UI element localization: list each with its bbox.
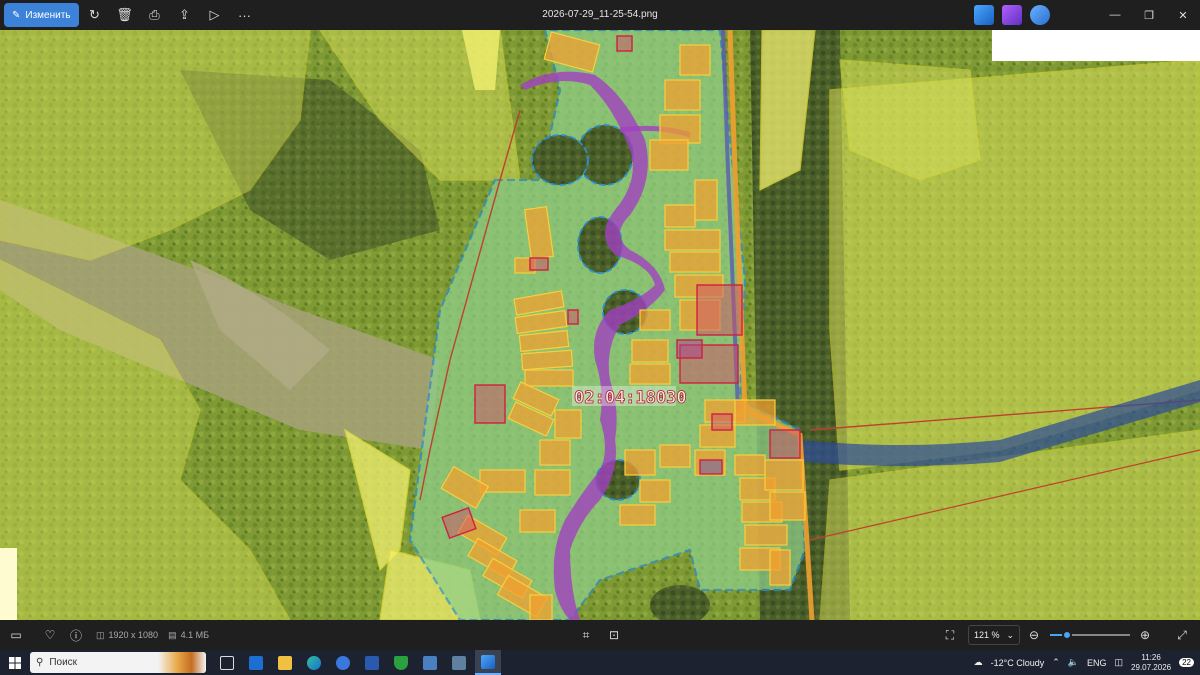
taskbar-search[interactable]: ⚲ Поиск (30, 652, 206, 673)
system-tray: ☁ -12°C Cloudy ⌃ 🔈 ENG ◫ 11:26 29.07.202… (974, 650, 1200, 675)
cadastral-number-label: 02:04:18030 (574, 388, 687, 408)
tray-chevron-up-icon[interactable]: ⌃ (1052, 657, 1060, 668)
slideshow-icon[interactable]: ▷ (201, 3, 229, 27)
fullscreen-icon[interactable]: ⤢ (1172, 625, 1192, 645)
task-view-icon[interactable] (214, 650, 240, 675)
zoom-dropdown[interactable]: 121 % ⌄ (968, 625, 1020, 645)
overlay-white-panel (992, 30, 1200, 61)
maximize-button[interactable]: ❐ (1132, 0, 1166, 30)
windows-logo-icon (9, 656, 21, 669)
photos-taskbar-icon[interactable] (475, 650, 501, 675)
windows-taskbar: ⚲ Поиск ☁ -12°C Cloudy ⌃ 🔈 ENG ◫ 11:26 2… (0, 650, 1200, 675)
zoom-out-icon[interactable]: ⊖ (1024, 625, 1044, 645)
file-explorer-icon[interactable] (272, 650, 298, 675)
yandex-browser-icon[interactable] (330, 650, 356, 675)
search-icon: ⚲ (36, 657, 44, 668)
weather-icon[interactable]: ☁ (974, 657, 983, 668)
outlook-icon[interactable] (243, 650, 269, 675)
photos-app-icon[interactable] (974, 5, 994, 25)
info-icon[interactable]: ⓘ (66, 625, 86, 645)
close-button[interactable]: ✕ (1166, 0, 1200, 30)
chevron-down-icon: ⌄ (1006, 629, 1014, 640)
filmstrip-icon[interactable]: ▭ (6, 625, 26, 645)
zoom-slider[interactable] (1050, 630, 1130, 640)
rotate-icon[interactable]: ↻ (81, 3, 109, 27)
app-toolbar: ✎ Изменить ↻ 🗑 ⎙ ⇪ ▷ ··· 2026-07-29_11-2… (0, 0, 1200, 30)
crop-icon[interactable]: ⌗ (576, 625, 596, 645)
edge-icon[interactable] (301, 650, 327, 675)
clipchamp-icon[interactable] (1002, 5, 1022, 25)
zoom-value: 121 % (974, 630, 1000, 640)
clock-date: 29.07.2026 (1131, 662, 1172, 672)
drive-app-icon[interactable] (417, 650, 443, 675)
security-shield-icon[interactable] (388, 650, 414, 675)
resolution-info: ◫ 1920 x 1080 (96, 630, 158, 641)
delete-icon[interactable]: 🗑 (111, 3, 139, 27)
network-icon[interactable]: ◫ (1115, 657, 1124, 668)
edit-icon: ✎ (12, 9, 21, 21)
language-indicator[interactable]: ENG (1087, 658, 1107, 668)
favorite-icon[interactable]: ♡ (40, 625, 60, 645)
onedrive-icon[interactable] (1030, 5, 1050, 25)
weather-text[interactable]: -12°C Cloudy (991, 658, 1045, 668)
cadastral-map: 02:04:18030 (0, 30, 1200, 620)
zoom-slider-thumb[interactable] (1062, 630, 1072, 640)
disk-icon: ▤ (168, 629, 177, 640)
image-size-icon: ◫ (96, 629, 105, 640)
notification-badge[interactable]: 22 (1179, 658, 1194, 667)
overlay-left-panel (0, 548, 17, 620)
file-size-text: 4.1 МБ (180, 630, 209, 640)
viewer-status-bar: ▭ ♡ ⓘ ◫ 1920 x 1080 ▤ 4.1 МБ ⌗ ⊡ ⛶ 121 %… (0, 620, 1200, 650)
search-placeholder: Поиск (49, 657, 78, 668)
visual-search-icon[interactable]: ⊡ (604, 625, 624, 645)
share-icon[interactable]: ⇪ (171, 3, 199, 27)
clock[interactable]: 11:26 29.07.2026 (1131, 653, 1171, 673)
more-options-icon[interactable]: ··· (231, 3, 259, 27)
print-icon[interactable]: ⎙ (141, 3, 169, 27)
edit-button[interactable]: ✎ Изменить (4, 3, 79, 27)
search-highlight-image (158, 652, 206, 673)
zoom-in-icon[interactable]: ⊕ (1135, 625, 1155, 645)
file-size-info: ▤ 4.1 МБ (168, 630, 209, 641)
fit-to-window-icon[interactable]: ⛶ (940, 625, 960, 645)
start-button[interactable] (0, 650, 30, 675)
edit-button-label: Изменить (25, 9, 71, 21)
image-canvas[interactable]: 02:04:18030 (0, 30, 1200, 620)
volume-icon[interactable]: 🔈 (1068, 657, 1079, 668)
minimize-button[interactable]: — (1098, 0, 1132, 30)
document-app-icon[interactable] (359, 650, 385, 675)
chart-app-icon[interactable] (446, 650, 472, 675)
clock-time: 11:26 (1141, 652, 1161, 662)
resolution-text: 1920 x 1080 (108, 630, 159, 640)
